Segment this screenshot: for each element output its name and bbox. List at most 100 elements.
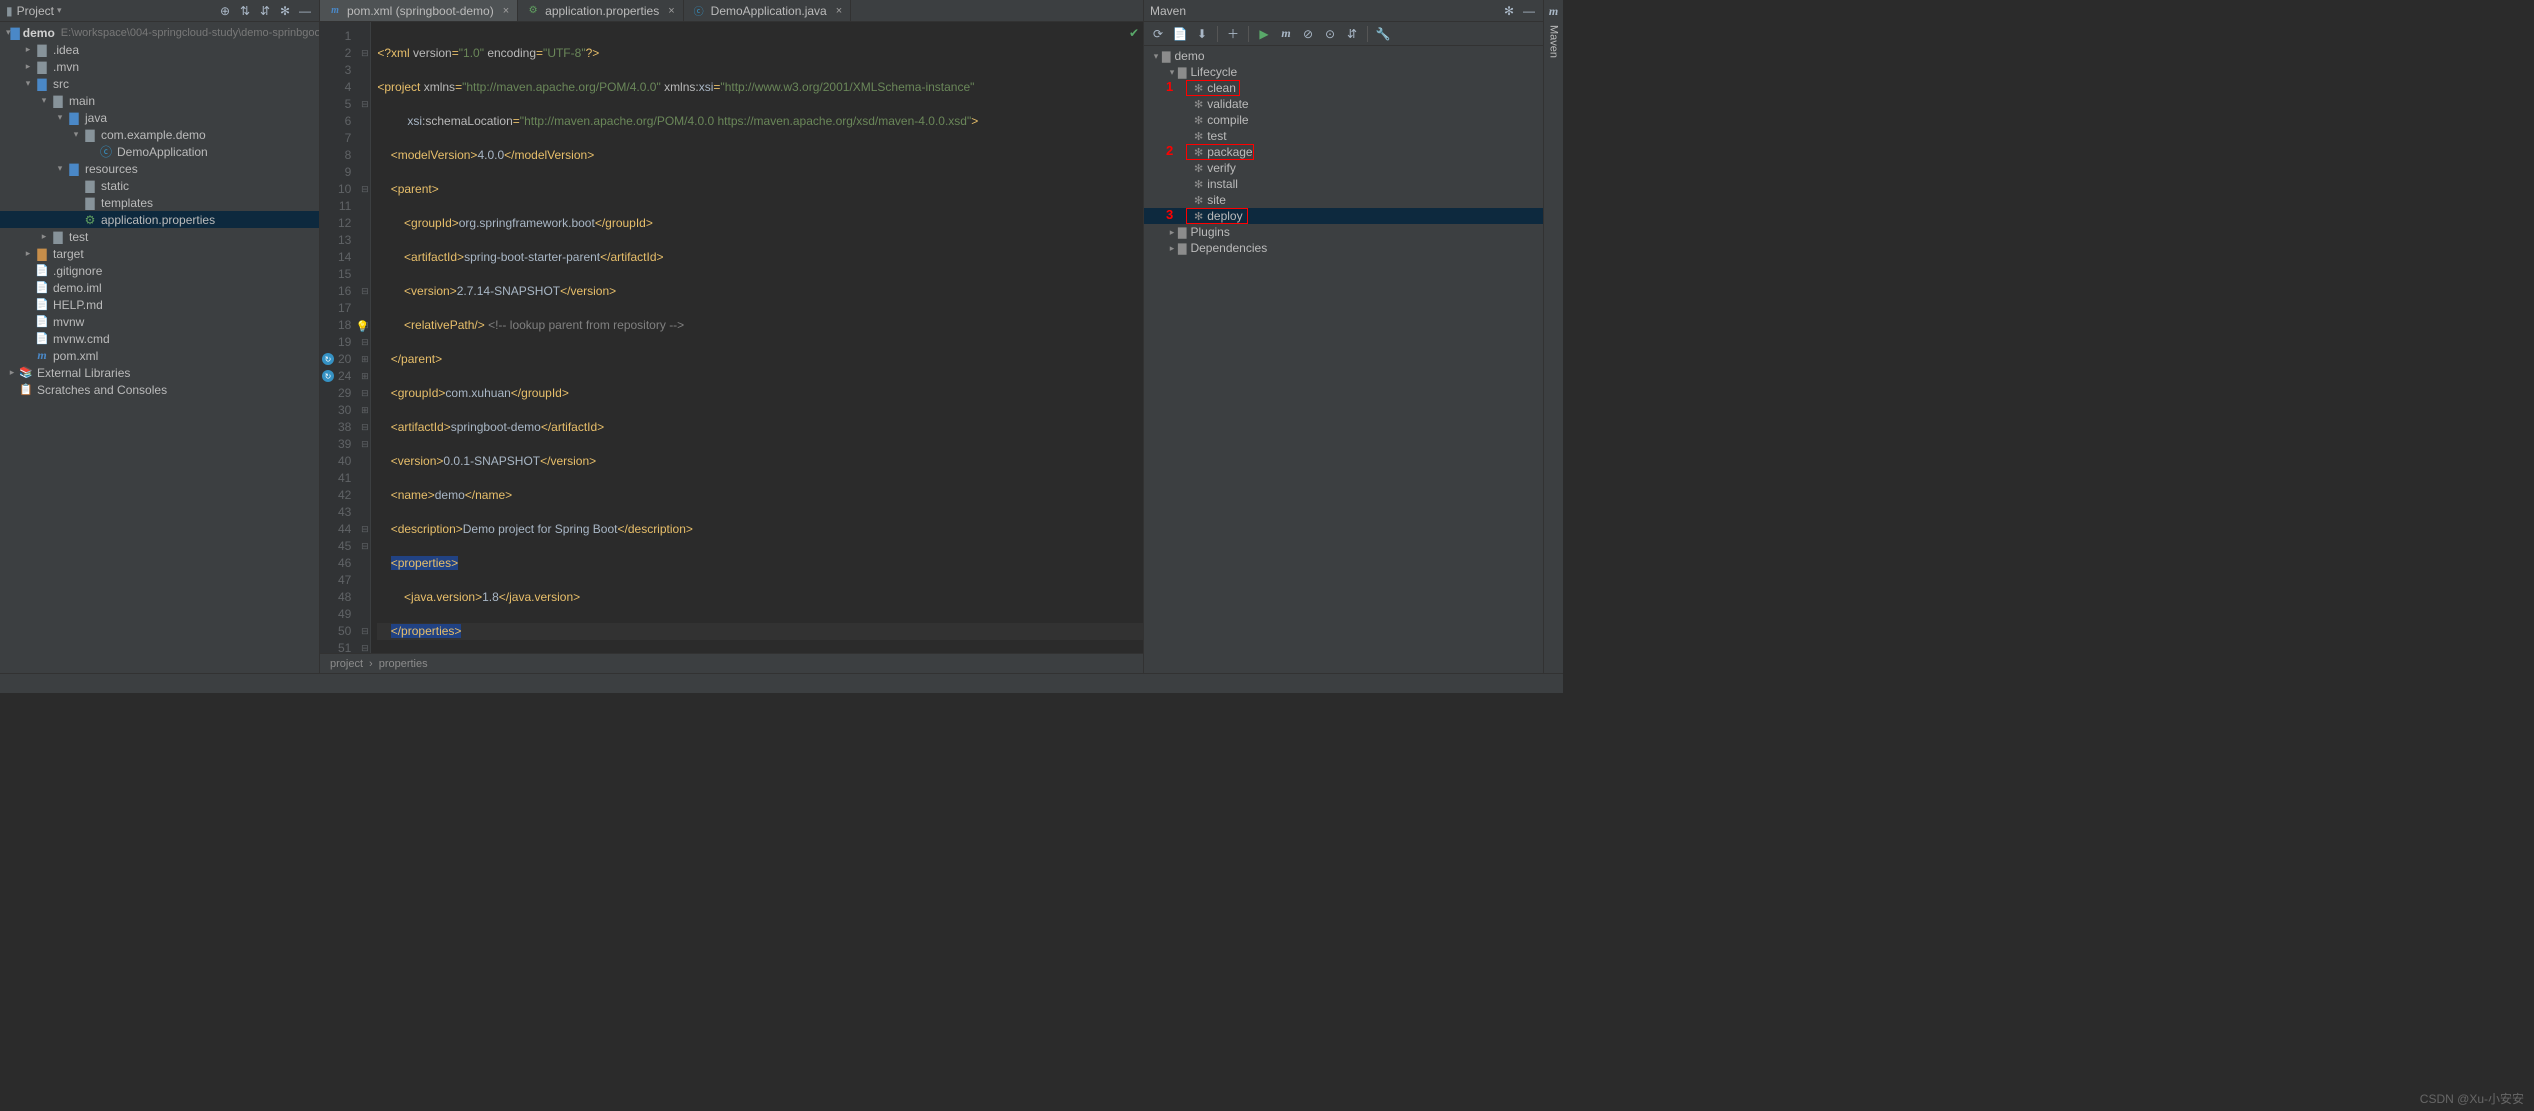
tree-item[interactable]: ▸▇target xyxy=(0,245,319,262)
close-icon[interactable]: × xyxy=(503,5,509,17)
close-icon[interactable]: × xyxy=(836,5,842,17)
maven-header: Maven ✻ — xyxy=(1144,0,1543,22)
expand-all-icon[interactable]: ⇅ xyxy=(237,3,253,19)
wrench-icon[interactable]: 🔧 xyxy=(1373,24,1393,44)
gear-icon: ✻ xyxy=(1194,178,1203,191)
folder-icon: ▇ xyxy=(66,162,82,176)
file-icon: 📄 xyxy=(34,315,50,329)
tree-item[interactable]: mpom.xml xyxy=(0,347,319,364)
properties-icon: ⚙ xyxy=(82,213,98,227)
tree-item[interactable]: ▸▇test xyxy=(0,228,319,245)
gear-icon: ✻ xyxy=(1194,98,1203,111)
tree-item[interactable]: 📄mvnw.cmd xyxy=(0,330,319,347)
tree-item[interactable]: ▾▇src xyxy=(0,75,319,92)
reload-icon[interactable]: ⟳ xyxy=(1148,24,1168,44)
tree-item[interactable]: 📄demo.iml xyxy=(0,279,319,296)
tree-root-path: E:\workspace\004-springcloud-study\demo-… xyxy=(61,27,319,39)
tree-item[interactable]: 📄mvnw xyxy=(0,313,319,330)
bulb-icon[interactable]: 💡 xyxy=(356,319,370,336)
tree-item[interactable]: ⓒDemoApplication xyxy=(0,143,319,160)
code-content[interactable]: <?xml version="1.0" encoding="UTF-8"?> <… xyxy=(371,22,1143,653)
maven-goal-site[interactable]: ✻site xyxy=(1144,192,1543,208)
side-strip: m Maven xyxy=(1543,0,1563,673)
gear-icon: ✻ xyxy=(1194,82,1203,95)
fold-column: ⊟⊟⊟⊟⊟⊟⊞⊞⊟⊞⊟⊟⊟⊟⊟⊟⊟ xyxy=(359,22,371,653)
maven-tree: ▾▇demo ▾▇Lifecycle ✻clean1 ✻validate ✻co… xyxy=(1144,46,1543,673)
maven-goal-clean[interactable]: ✻clean1 xyxy=(1144,80,1543,96)
tree-item[interactable]: ▾▇main xyxy=(0,92,319,109)
folder-icon: ▇ xyxy=(82,196,98,210)
package-icon: ▇ xyxy=(82,128,98,142)
offline-icon[interactable]: ⊙ xyxy=(1320,24,1340,44)
module-icon: ▇ xyxy=(1162,50,1170,63)
tree-item[interactable]: ▸📚External Libraries xyxy=(0,364,319,381)
toggle-icon[interactable]: ⊘ xyxy=(1298,24,1318,44)
download-icon[interactable]: ⬇ xyxy=(1192,24,1212,44)
close-icon[interactable]: × xyxy=(668,5,674,17)
collapse-all-icon[interactable]: ⇵ xyxy=(257,3,273,19)
library-icon: 📚 xyxy=(18,366,34,380)
run-icon[interactable]: ▶ xyxy=(1254,24,1274,44)
folder-icon: ▇ xyxy=(34,77,50,91)
collapse-icon[interactable]: ⇵ xyxy=(1342,24,1362,44)
maven-goal-test[interactable]: ✻test xyxy=(1144,128,1543,144)
tree-item[interactable]: ▾▇resources xyxy=(0,160,319,177)
tree-root[interactable]: ▾▇demoE:\workspace\004-springcloud-study… xyxy=(0,24,319,41)
gutter-marker-icon[interactable]: ↻ xyxy=(322,353,334,365)
class-icon: ⓒ xyxy=(692,4,706,18)
project-title[interactable]: Project xyxy=(17,4,54,18)
gear-icon: ✻ xyxy=(1194,114,1203,127)
maven-strip-label[interactable]: Maven xyxy=(1548,25,1560,58)
maven-icon[interactable]: m xyxy=(1276,24,1296,44)
maven-goal-compile[interactable]: ✻compile xyxy=(1144,112,1543,128)
tab-pom[interactable]: mpom.xml (springboot-demo)× xyxy=(320,0,518,21)
tree-item[interactable]: ▾▇com.example.demo xyxy=(0,126,319,143)
class-icon: ⓒ xyxy=(98,145,114,159)
select-opened-icon[interactable]: ⊕ xyxy=(217,3,233,19)
maven-goal-install[interactable]: ✻install xyxy=(1144,176,1543,192)
hide-icon[interactable]: — xyxy=(297,3,313,19)
maven-icon: m xyxy=(34,349,50,363)
settings-icon[interactable]: ✻ xyxy=(277,3,293,19)
tree-item[interactable]: ▇templates xyxy=(0,194,319,211)
maven-goal-validate[interactable]: ✻validate xyxy=(1144,96,1543,112)
tree-item[interactable]: ▸▇.idea xyxy=(0,41,319,58)
folder-icon: ▇ xyxy=(34,60,50,74)
tree-item-selected[interactable]: ⚙application.properties xyxy=(0,211,319,228)
folder-icon: ▮ xyxy=(6,4,13,18)
tree-item[interactable]: 📄.gitignore xyxy=(0,262,319,279)
add-icon[interactable]: ＋ xyxy=(1223,24,1243,44)
tree-item[interactable]: 📋Scratches and Consoles xyxy=(0,381,319,398)
maven-goal-verify[interactable]: ✻verify xyxy=(1144,160,1543,176)
maven-goal-deploy[interactable]: ✻deploy3 xyxy=(1144,208,1543,224)
tab-demoapp[interactable]: ⓒDemoApplication.java× xyxy=(684,0,852,21)
folder-icon: ▇ xyxy=(66,111,82,125)
tree-item[interactable]: 📄HELP.md xyxy=(0,296,319,313)
generate-icon[interactable]: 📄 xyxy=(1170,24,1190,44)
maven-lifecycle[interactable]: ▾▇Lifecycle xyxy=(1144,64,1543,80)
gear-icon: ✻ xyxy=(1194,162,1203,175)
file-icon: 📄 xyxy=(34,298,50,312)
folder-icon: ▇ xyxy=(34,43,50,57)
gutter-marker-icon[interactable]: ↻ xyxy=(322,370,334,382)
code-area[interactable]: 123456789101112131415161718💡19↻20↻242930… xyxy=(320,22,1143,653)
project-tree: ▾▇demoE:\workspace\004-springcloud-study… xyxy=(0,22,319,673)
hide-icon[interactable]: — xyxy=(1521,3,1537,19)
maven-icon[interactable]: m xyxy=(1549,4,1558,19)
dropdown-icon[interactable]: ▾ xyxy=(57,5,62,16)
tree-item[interactable]: ▸▇.mvn xyxy=(0,58,319,75)
folder-icon: ▇ xyxy=(50,230,66,244)
maven-deps[interactable]: ▸▇Dependencies xyxy=(1144,240,1543,256)
gear-icon: ✻ xyxy=(1194,130,1203,143)
tree-item[interactable]: ▇static xyxy=(0,177,319,194)
maven-plugins[interactable]: ▸▇Plugins xyxy=(1144,224,1543,240)
maven-module[interactable]: ▾▇demo xyxy=(1144,48,1543,64)
tab-appprops[interactable]: ⚙application.properties× xyxy=(518,0,684,21)
settings-icon[interactable]: ✻ xyxy=(1501,3,1517,19)
tree-item[interactable]: ▾▇java xyxy=(0,109,319,126)
breadcrumb-item[interactable]: properties xyxy=(379,658,428,670)
breadcrumb-item[interactable]: project xyxy=(330,658,363,670)
status-check-icon: ✔ xyxy=(1129,26,1139,40)
maven-goal-package[interactable]: ✻package2 xyxy=(1144,144,1543,160)
gear-icon: ✻ xyxy=(1194,210,1203,223)
